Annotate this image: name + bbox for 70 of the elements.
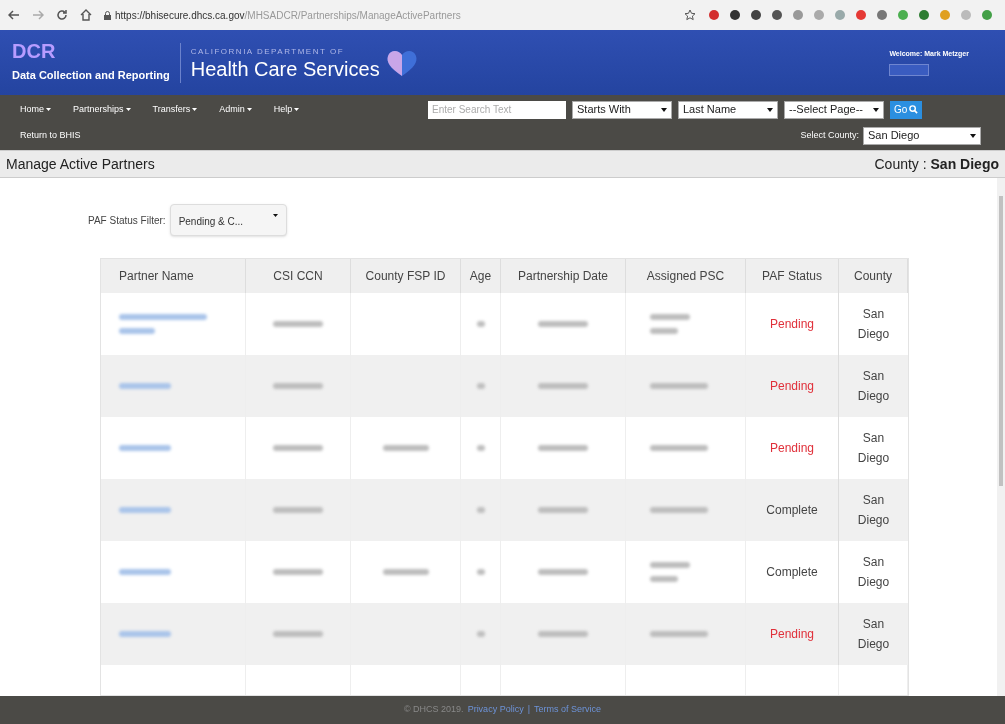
logo-text: DCR — [12, 41, 57, 62]
table-cell-text: San Diego — [856, 492, 891, 529]
redacted-text — [273, 445, 323, 451]
caret-icon — [970, 133, 976, 138]
caret-icon — [246, 108, 252, 111]
agency-caption: CALIFORNIA DEPARTMENT OF — [190, 45, 346, 58]
field-select[interactable]: Last Name — [678, 100, 778, 119]
redacted-text — [382, 445, 429, 451]
separator-text: | — [527, 703, 530, 717]
page-select[interactable]: --Select Page-- — [784, 100, 884, 119]
return-link[interactable]: Return to BHIS — [20, 128, 81, 143]
caret-icon — [272, 214, 278, 217]
search-field[interactable]: Enter Search Text — [428, 100, 566, 119]
caret-icon — [661, 107, 667, 112]
redacted-text — [273, 383, 323, 389]
redacted-text — [538, 321, 588, 327]
extension-icon[interactable] — [771, 9, 783, 21]
redacted-text — [476, 445, 485, 451]
search-icon — [909, 105, 919, 114]
caret-icon — [767, 107, 773, 112]
table-cell-text: San Diego — [856, 616, 891, 653]
star-icon[interactable] — [684, 9, 696, 21]
redacted-text — [273, 569, 323, 575]
county-select-label: Select County: — [800, 128, 859, 142]
match-select[interactable]: Starts With — [572, 100, 672, 119]
home-icon[interactable] — [80, 9, 92, 21]
nav-menu[interactable]: Help — [273, 102, 300, 117]
redacted-text — [538, 507, 588, 513]
caret-icon — [873, 107, 879, 112]
table-cell-text: San Diego — [856, 430, 891, 467]
nav-menu[interactable]: Home — [20, 102, 51, 117]
redacted-text — [538, 631, 588, 637]
redacted-text — [476, 507, 485, 513]
copyright-text: © DHCS 2019. — [403, 703, 464, 717]
extension-icon[interactable] — [729, 9, 741, 21]
page-title: Manage Active Partners — [6, 154, 155, 174]
table-cell-text: San Diego — [856, 368, 891, 405]
nav-menu[interactable]: Transfers — [152, 102, 198, 117]
status-filter-select[interactable]: Pending & C... — [169, 204, 287, 236]
redacted-text — [273, 321, 323, 327]
lock-icon — [104, 10, 111, 20]
caret-icon — [192, 108, 198, 111]
redacted-text — [476, 383, 485, 389]
table-cell-text: San Diego — [856, 306, 891, 343]
redacted-text — [476, 321, 485, 327]
back-icon[interactable] — [8, 10, 20, 20]
nav-menu[interactable]: Admin — [219, 102, 252, 117]
scrollbar[interactable] — [997, 178, 1005, 696]
account-button[interactable] — [889, 63, 930, 76]
nav-menu[interactable]: Partnerships — [73, 102, 131, 117]
filter-label: PAF Status Filter: — [88, 213, 166, 228]
county-indicator: County : San Diego — [874, 154, 999, 174]
redacted-text — [273, 631, 323, 637]
caret-icon — [125, 108, 131, 111]
site-subtitle: Data Collection and Reporting — [12, 68, 170, 84]
redacted-text — [273, 507, 323, 513]
redacted-text — [382, 569, 429, 575]
forward-icon[interactable] — [32, 10, 44, 20]
caret-icon — [294, 108, 300, 111]
reload-icon[interactable] — [56, 9, 68, 21]
county-select[interactable]: San Diego — [863, 126, 981, 145]
table-cell-text: San Diego — [856, 554, 891, 591]
redacted-text — [476, 569, 485, 575]
caret-icon — [46, 108, 51, 111]
redacted-text — [538, 569, 588, 575]
extension-icon[interactable] — [750, 9, 762, 21]
redacted-text — [476, 631, 485, 637]
agency-name: Health Care Services — [190, 57, 380, 80]
redacted-text — [538, 445, 588, 451]
redacted-text — [538, 383, 588, 389]
